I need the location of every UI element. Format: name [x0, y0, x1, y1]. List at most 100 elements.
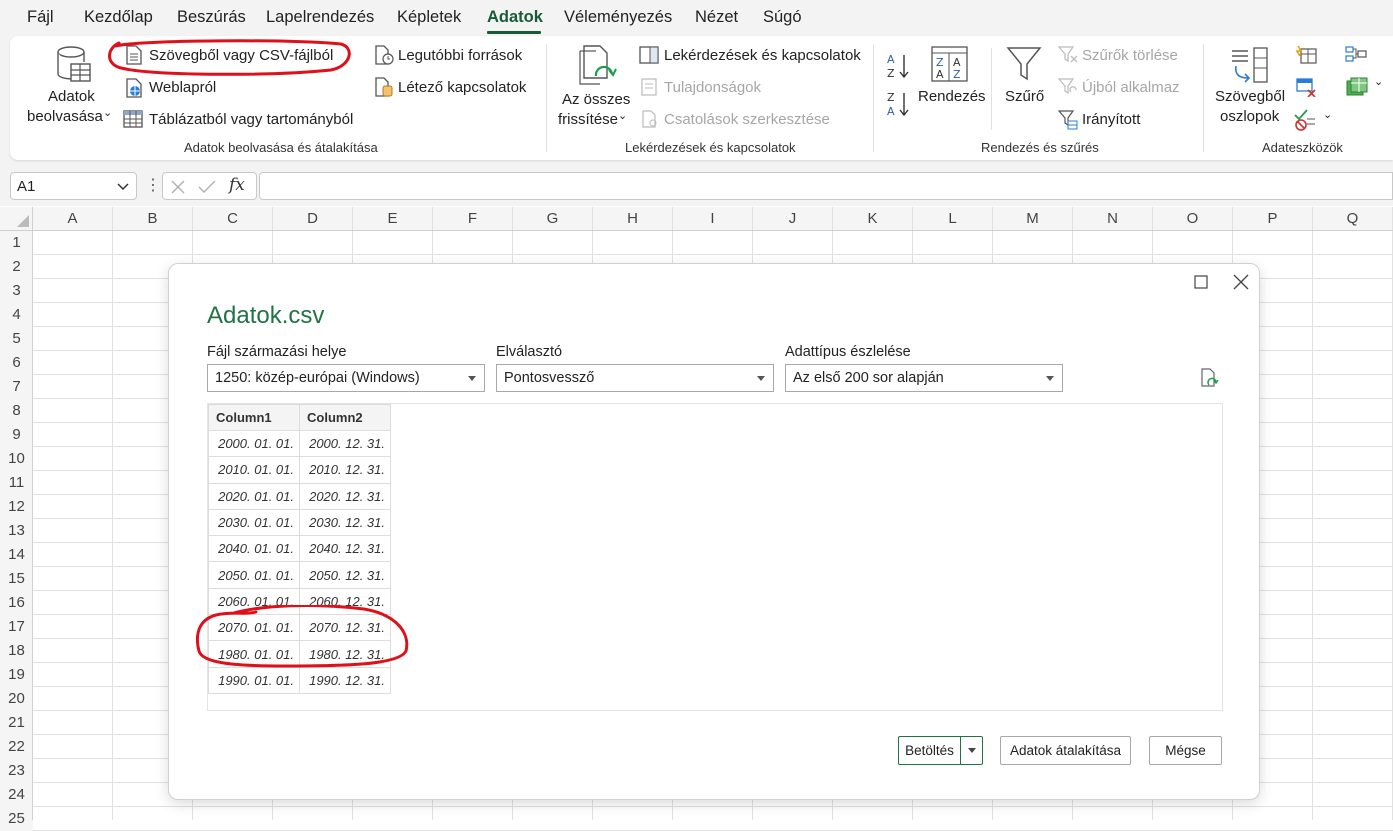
column-header[interactable]: Q — [1313, 207, 1393, 231]
file-origin-select[interactable]: 1250: közép-európai (Windows) — [207, 364, 485, 392]
load-button[interactable]: Betöltés — [898, 736, 983, 765]
sort-z-a-icon[interactable]: ZA — [886, 90, 912, 123]
row-header[interactable]: 19 — [0, 663, 33, 687]
sort-a-z-icon[interactable]: AZ — [886, 52, 912, 85]
preview-column-header[interactable]: Column1 — [208, 404, 300, 431]
load-dropdown-icon[interactable] — [968, 748, 976, 753]
column-header[interactable]: D — [273, 207, 353, 231]
insert-function-icon[interactable]: fx — [229, 175, 245, 195]
sort-button[interactable]: Rendezés — [918, 88, 986, 105]
formula-input[interactable] — [259, 172, 1393, 200]
data-type-detection-select[interactable]: Az első 200 sor alapján — [785, 364, 1063, 392]
row-header[interactable]: 15 — [0, 567, 33, 591]
sort-icon[interactable]: ZAAZ — [931, 46, 968, 87]
column-header[interactable]: J — [753, 207, 833, 231]
column-header[interactable]: I — [673, 207, 753, 231]
column-header[interactable]: N — [1073, 207, 1153, 231]
close-icon[interactable] — [1232, 273, 1250, 291]
row-header[interactable]: 9 — [0, 423, 33, 447]
refresh-all-icon[interactable] — [578, 44, 618, 93]
filter-icon[interactable] — [1006, 46, 1042, 87]
row-header[interactable]: 6 — [0, 351, 33, 375]
text-to-columns-label-2[interactable]: oszlopok — [1220, 108, 1279, 125]
consolidate-icon[interactable] — [1345, 45, 1367, 68]
column-header[interactable]: M — [993, 207, 1073, 231]
reapply-button[interactable]: Újból alkalmaz — [1082, 79, 1180, 96]
from-table-button[interactable]: Táblázatból vagy tartományból — [149, 111, 353, 128]
row-header[interactable]: 8 — [0, 399, 33, 423]
more-options-icon[interactable]: ⋮ — [145, 175, 161, 195]
clear-filter-button[interactable]: Szűrők törlése — [1082, 47, 1178, 64]
column-header[interactable]: F — [433, 207, 513, 231]
properties-button[interactable]: Tulajdonságok — [664, 79, 761, 96]
name-box[interactable]: A1 — [10, 172, 137, 200]
menu-page-layout[interactable]: Lapelrendezés — [266, 8, 374, 27]
get-data-label-2[interactable]: beolvasása — [27, 108, 103, 125]
from-text-csv-button[interactable]: Szövegből vagy CSV-fájlból — [149, 47, 333, 64]
column-header[interactable]: L — [913, 207, 993, 231]
row-header[interactable]: 2 — [0, 255, 33, 279]
column-header[interactable]: H — [593, 207, 673, 231]
row-header[interactable]: 7 — [0, 375, 33, 399]
row-header[interactable]: 25 — [0, 807, 33, 831]
cancel-icon[interactable] — [170, 179, 186, 195]
column-header[interactable]: G — [513, 207, 593, 231]
maximize-icon[interactable] — [1193, 274, 1209, 290]
menu-file[interactable]: Fájl — [27, 8, 54, 27]
advanced-filter-button[interactable]: Irányított — [1082, 111, 1140, 128]
menu-home[interactable]: Kezdőlap — [84, 8, 153, 27]
row-header[interactable]: 17 — [0, 615, 33, 639]
data-validation-icon[interactable] — [1293, 109, 1317, 136]
get-data-label-1[interactable]: Adatok — [48, 88, 95, 105]
text-to-columns-icon[interactable] — [1230, 46, 1270, 89]
row-header[interactable]: 21 — [0, 711, 33, 735]
row-header[interactable]: 14 — [0, 543, 33, 567]
column-header[interactable]: C — [193, 207, 273, 231]
row-header[interactable]: 11 — [0, 471, 33, 495]
remove-duplicates-icon[interactable] — [1295, 77, 1317, 102]
text-to-columns-label-1[interactable]: Szövegből — [1215, 88, 1285, 105]
chevron-down-icon[interactable]: ⌄ — [1323, 108, 1332, 121]
row-header[interactable]: 3 — [0, 279, 33, 303]
row-header[interactable]: 22 — [0, 735, 33, 759]
flash-fill-icon[interactable] — [1295, 45, 1317, 70]
queries-connections-button[interactable]: Lekérdezések és kapcsolatok — [664, 47, 861, 64]
row-header[interactable]: 18 — [0, 639, 33, 663]
menu-help[interactable]: Súgó — [763, 8, 802, 27]
column-header[interactable]: K — [833, 207, 913, 231]
column-header[interactable]: E — [353, 207, 433, 231]
menu-insert[interactable]: Beszúrás — [177, 8, 246, 27]
row-header[interactable]: 10 — [0, 447, 33, 471]
menu-view[interactable]: Nézet — [695, 8, 738, 27]
column-header[interactable]: O — [1153, 207, 1233, 231]
chevron-down-icon[interactable]: ⌄ — [103, 106, 112, 119]
select-all-corner[interactable] — [0, 207, 33, 231]
row-header[interactable]: 4 — [0, 303, 33, 327]
preview-column-header[interactable]: Column2 — [299, 404, 391, 431]
refresh-preview-icon[interactable] — [1199, 368, 1219, 390]
delimiter-select[interactable]: Pontosvessző — [496, 364, 774, 392]
recent-sources-button[interactable]: Legutóbbi források — [398, 47, 522, 64]
menu-data[interactable]: Adatok — [487, 8, 543, 27]
data-model-icon[interactable] — [1345, 76, 1369, 103]
refresh-all-label-1[interactable]: Az összes — [562, 91, 630, 108]
edit-links-button[interactable]: Csatolások szerkesztése — [664, 111, 830, 128]
from-web-button[interactable]: Weblapról — [149, 79, 216, 96]
existing-connections-button[interactable]: Létező kapcsolatok — [398, 79, 526, 96]
column-header[interactable]: P — [1233, 207, 1313, 231]
cancel-button[interactable]: Mégse — [1149, 736, 1222, 765]
column-header[interactable]: B — [113, 207, 193, 231]
row-header[interactable]: 20 — [0, 687, 33, 711]
chevron-down-icon[interactable] — [117, 182, 129, 191]
enter-icon[interactable] — [198, 179, 216, 195]
row-header[interactable]: 13 — [0, 519, 33, 543]
get-data-icon[interactable] — [55, 44, 91, 88]
row-header[interactable]: 12 — [0, 495, 33, 519]
column-header[interactable]: A — [33, 207, 113, 231]
row-header[interactable]: 23 — [0, 759, 33, 783]
row-header[interactable]: 16 — [0, 591, 33, 615]
row-header[interactable]: 24 — [0, 783, 33, 807]
row-header[interactable]: 1 — [0, 231, 33, 255]
row-header[interactable]: 5 — [0, 327, 33, 351]
menu-review[interactable]: Véleményezés — [564, 8, 672, 27]
